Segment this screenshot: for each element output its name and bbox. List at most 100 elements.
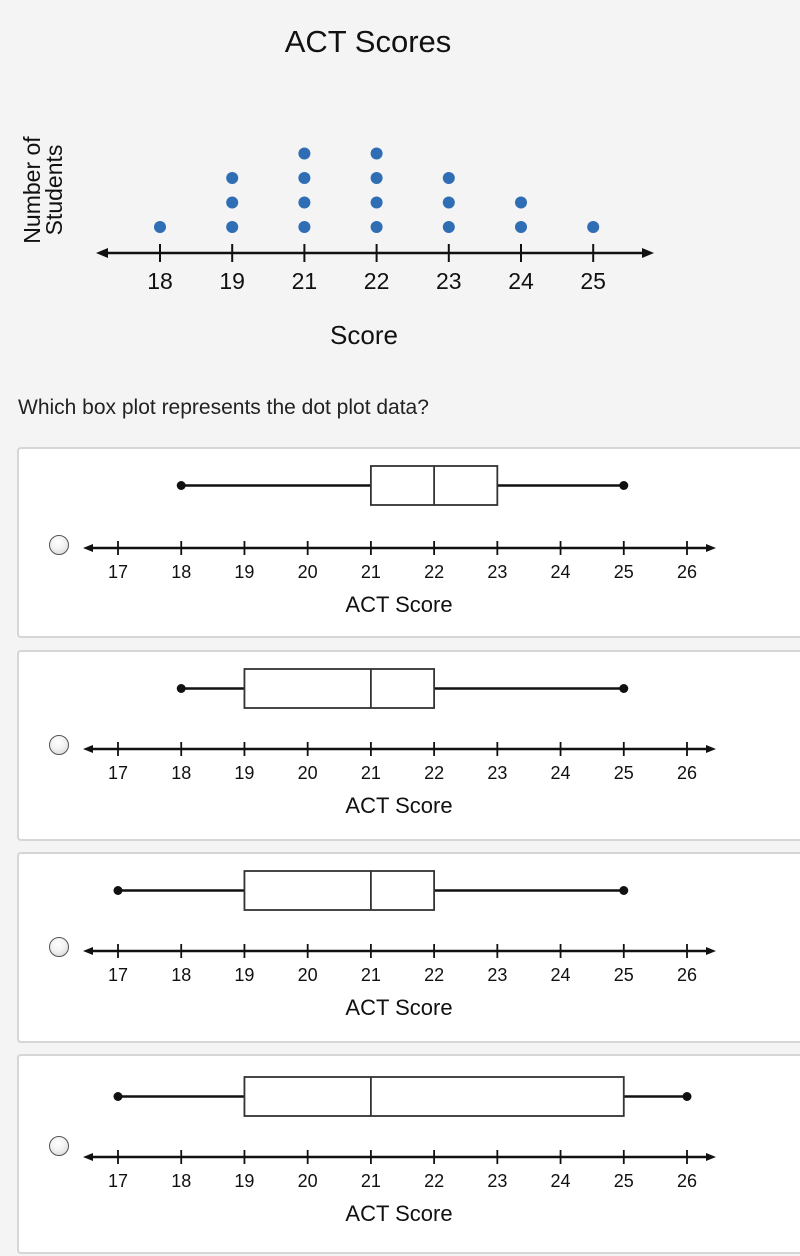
x-tick-label: 19 [219,268,245,294]
x-axis-left-arrow [83,947,93,955]
x-tick-label: 26 [677,965,697,985]
x-tick-label: 21 [361,1171,381,1191]
box-plot-option-3: 17 18 19 20 21 22 23 24 25 26 ACT Score [83,870,716,1020]
x-axis-right-arrow [706,745,716,753]
x-tick-label: 21 [361,562,381,582]
x-tick-label: 22 [424,763,444,783]
x-axis-label: ACT Score [345,793,452,818]
data-dot [298,147,311,160]
x-tick-label: 22 [424,1171,444,1191]
data-dot [154,221,166,233]
data-dot [226,221,239,233]
x-axis-left-arrow [83,544,93,552]
y-axis-label-line-2: Students [41,145,67,236]
x-tick-label: 18 [171,562,191,582]
x-axis-label: ACT Score [345,995,452,1020]
data-dot [442,221,455,233]
x-tick-label: 23 [487,562,507,582]
x-tick-label: 22 [364,268,390,294]
x-tick-label: 23 [487,965,507,985]
x-axis-right-arrow [706,947,716,955]
x-axis-label: ACT Score [345,592,452,617]
max-point [619,481,629,490]
x-tick-label: 20 [298,763,318,783]
x-tick-label: 25 [614,1171,634,1191]
x-tick-label: 24 [551,965,571,985]
x-axis-left-arrow [96,248,108,258]
min-point [176,684,186,693]
x-tick-label: 17 [108,965,128,985]
x-tick-label: 20 [298,965,318,985]
x-tick-label: 24 [551,1171,571,1191]
x-tick-label: 23 [487,763,507,783]
data-dot [515,221,527,233]
x-tick-label: 17 [108,562,128,582]
data-dot [442,172,455,184]
x-tick-label: 24 [551,763,571,783]
x-tick-label: 17 [108,1171,128,1191]
answer-option-1[interactable]: 17 18 19 20 21 22 23 24 25 26 ACT Score [17,447,800,638]
x-tick-label: 25 [580,268,606,294]
x-tick-label: 26 [677,562,697,582]
x-tick-label: 22 [424,562,444,582]
answer-option-2[interactable]: 17 18 19 20 21 22 23 24 25 26 ACT Score [17,650,800,841]
x-tick-label: 23 [487,1171,507,1191]
data-dot [587,221,600,233]
x-tick-label: 19 [234,1171,254,1191]
x-tick-label: 26 [677,763,697,783]
min-point [113,886,123,895]
data-dot [298,172,311,184]
x-tick-label: 24 [551,562,571,582]
dots-group [154,147,600,233]
x-tick-label: 20 [298,562,318,582]
dot-plot-chart: ACT Scores Number ofStudents 18 19 21 22 23 2… [19,24,654,350]
x-tick-label: 18 [171,1171,191,1191]
x-tick-label: 22 [424,965,444,985]
data-dot [226,172,239,184]
data-dot [442,196,455,209]
x-axis [96,244,654,262]
x-axis-left-arrow [83,1153,93,1161]
max-point [619,886,629,895]
x-tick-label: 20 [298,1171,318,1191]
box-plot-option-4: 17 18 19 20 21 22 23 24 25 26 ACT Score [83,1076,716,1226]
x-tick-label: 17 [108,763,128,783]
max-point [682,1092,692,1101]
iqr-box [243,1076,625,1117]
y-axis-label: Number ofStudents [19,136,67,244]
x-axis-label: ACT Score [345,1201,452,1226]
min-point [176,481,186,490]
x-tick-label: 21 [361,965,381,985]
x-axis-left-arrow [83,745,93,753]
x-tick-label: 18 [147,268,173,294]
iqr-box [243,870,436,911]
max-point [619,684,629,693]
x-tick-label: 18 [171,763,191,783]
x-tick-label: 21 [361,763,381,783]
x-axis-right-arrow [706,544,716,552]
x-tick-label: 19 [234,763,254,783]
x-axis-right-arrow [706,1153,716,1161]
data-dot [370,172,383,184]
x-tick-label: 24 [508,268,534,294]
question-text: Which box plot represents the dot plot d… [18,396,429,419]
iqr-box [243,668,436,709]
x-tick-label: 19 [234,965,254,985]
data-dot [298,221,311,233]
answer-option-4[interactable]: 17 18 19 20 21 22 23 24 25 26 ACT Score [17,1054,800,1254]
data-dot [370,147,383,160]
x-tick-label: 26 [677,1171,697,1191]
x-tick-label: 23 [436,268,462,294]
box-plot-option-1: 17 18 19 20 21 22 23 24 25 26 ACT Score [83,465,716,617]
data-dot [298,196,311,209]
chart-title: ACT Scores [285,24,452,59]
data-dot [515,196,527,209]
x-tick-label: 25 [614,763,634,783]
x-axis-label: Score [330,320,398,350]
data-dot [370,221,383,233]
data-dot [370,196,383,209]
x-tick-label: 25 [614,965,634,985]
min-point [113,1092,123,1101]
answer-option-3[interactable]: 17 18 19 20 21 22 23 24 25 26 ACT Score [17,852,800,1043]
x-tick-label: 19 [234,562,254,582]
